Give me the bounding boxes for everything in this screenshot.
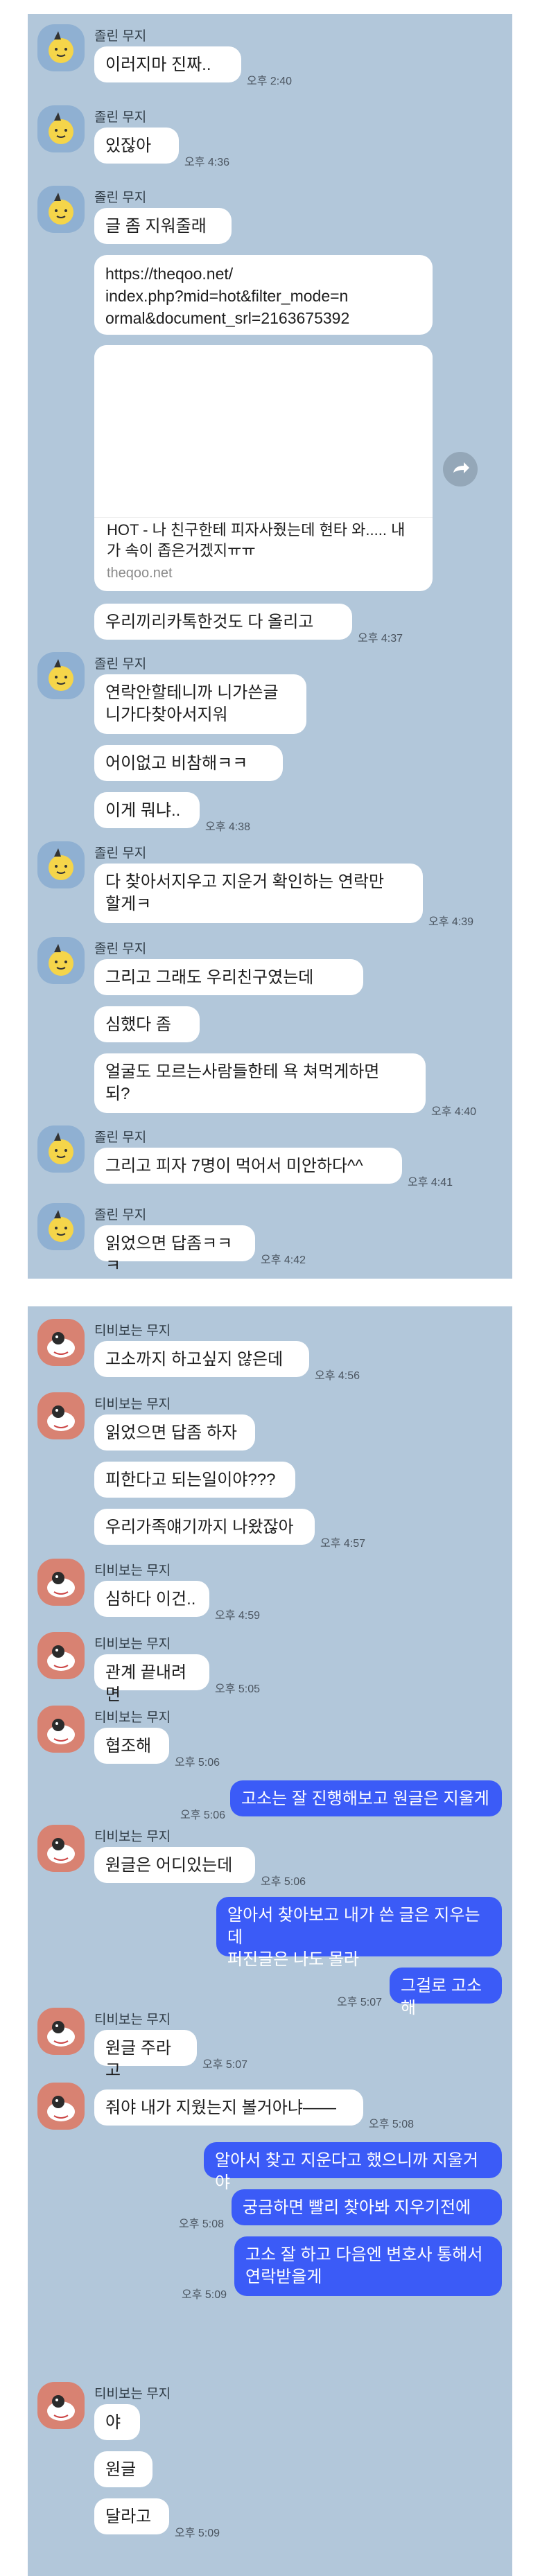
message-time: 오후 4:37 <box>358 633 403 645</box>
share-icon[interactable] <box>443 452 478 487</box>
sender-name: 티비보는 무지 <box>94 1710 171 1725</box>
muzi-sleepy-avatar-icon[interactable] <box>37 105 85 152</box>
sender-name: 티비보는 무지 <box>94 1637 171 1651</box>
message-time: 오후 5:08 <box>369 2119 415 2130</box>
message-time: 오후 5:06 <box>180 1810 226 1821</box>
message-bubble[interactable]: 얼굴도 모르는사람들한테 욕 쳐먹게하면 되? <box>94 1053 426 1113</box>
sender-name: 졸린 무지 <box>94 29 147 44</box>
message-bubble[interactable]: 원글 주라고 <box>94 2030 197 2080</box>
message-bubble[interactable]: 우리끼리카톡한것도 다 올리고 <box>94 604 352 640</box>
message-time: 오후 4:57 <box>320 1538 366 1550</box>
message-time: 오후 5:09 <box>182 2289 227 2301</box>
message-time: 오후 4:40 <box>431 1106 477 1118</box>
message-bubble[interactable]: 글 좀 지워줄래 <box>94 208 232 244</box>
message-time: 오후 4:59 <box>215 1610 261 1622</box>
message-bubble[interactable]: 줘야 내가 지웠는지 볼거아냐—— <box>94 2089 363 2126</box>
sender-name: 졸린 무지 <box>94 846 147 861</box>
message-bubble[interactable]: 그리고 그래도 우리친구였는데 <box>94 959 363 995</box>
message-time: 오후 4:41 <box>408 1177 453 1189</box>
message-bubble[interactable]: 심했다 좀 <box>94 1006 200 1042</box>
sender-name: 졸린 무지 <box>94 1130 147 1145</box>
sender-name: 졸린 무지 <box>94 942 147 956</box>
chat-panel-1[interactable]: 졸린 무지 이러지마 진짜.. 오후 2:40 졸린 무지 있잖아 오후 4:3… <box>28 14 512 1279</box>
my-message-bubble[interactable]: 알아서 찾고 지운다고 했으니까 지울거야 <box>204 2142 502 2192</box>
message-time: 오후 4:36 <box>184 157 230 168</box>
message-bubble[interactable]: 다 찾아서지우고 지운거 확인하는 연락만 할게ㅋ <box>94 864 423 923</box>
sender-name: 티비보는 무지 <box>94 1397 171 1412</box>
sender-name: 졸린 무지 <box>94 191 147 205</box>
sender-name: 졸린 무지 <box>94 657 147 672</box>
message-time: 오후 5:06 <box>175 1757 220 1769</box>
link-preview-image <box>94 345 433 518</box>
sender-name: 졸린 무지 <box>94 1208 147 1223</box>
message-time: 오후 2:40 <box>247 76 293 87</box>
message-time: 오후 4:39 <box>428 916 474 928</box>
message-bubble[interactable]: 심하다 이건.. <box>94 1581 209 1617</box>
muzi-tv-avatar-icon[interactable] <box>37 1632 85 1679</box>
sender-name: 티비보는 무지 <box>94 1830 171 1844</box>
sender-name: 졸린 무지 <box>94 110 147 125</box>
message-bubble[interactable]: 관계 끝내려면 <box>94 1654 209 1704</box>
message-time: 오후 5:07 <box>202 2059 248 2071</box>
message-bubble[interactable]: 피한다고 되는일이야??? <box>94 1462 295 1498</box>
message-time: 오후 5:05 <box>215 1683 261 1695</box>
message-bubble[interactable]: 이러지마 진짜.. <box>94 46 241 82</box>
muzi-tv-avatar-icon[interactable] <box>37 2382 85 2429</box>
message-bubble[interactable]: 읽었으면 답좀ㅋㅋㅋ <box>94 1225 255 1275</box>
chat-panel-2[interactable]: 티비보는 무지 고소까지 하고싶지 않은데 오후 4:56 티비보는 무지 읽었… <box>28 1306 512 2576</box>
message-bubble[interactable]: 협조해 <box>94 1728 169 1764</box>
muzi-sleepy-avatar-icon[interactable] <box>37 937 85 984</box>
message-time: 오후 4:38 <box>205 821 251 833</box>
message-bubble[interactable]: 읽었으면 답좀 하자 <box>94 1414 255 1451</box>
message-bubble[interactable]: 야 <box>94 2404 140 2440</box>
message-time: 오후 4:42 <box>261 1254 306 1266</box>
sender-name: 티비보는 무지 <box>94 1563 171 1578</box>
muzi-tv-avatar-icon[interactable] <box>37 2083 85 2130</box>
message-time: 오후 5:08 <box>179 2218 225 2230</box>
muzi-tv-avatar-icon[interactable] <box>37 1392 85 1439</box>
message-bubble[interactable]: 고소까지 하고싶지 않은데 <box>94 1341 309 1377</box>
muzi-sleepy-avatar-icon[interactable] <box>37 186 85 233</box>
my-message-bubble[interactable]: 고소 잘 하고 다음엔 변호사 통해서 연락받을게 <box>234 2236 502 2296</box>
muzi-sleepy-avatar-icon[interactable] <box>37 652 85 699</box>
muzi-tv-avatar-icon[interactable] <box>37 1559 85 1606</box>
muzi-sleepy-avatar-icon[interactable] <box>37 1203 85 1250</box>
message-bubble[interactable]: 원글 <box>94 2451 153 2487</box>
muzi-tv-avatar-icon[interactable] <box>37 1825 85 1872</box>
message-bubble[interactable]: 그리고 피자 7명이 먹어서 미안하다^^ <box>94 1148 402 1184</box>
message-bubble[interactable]: 이게 뭐냐.. <box>94 792 200 828</box>
message-bubble[interactable]: 우리가족얘기까지 나왔잖아 <box>94 1509 315 1545</box>
muzi-tv-avatar-icon[interactable] <box>37 2008 85 2055</box>
message-link-bubble[interactable]: https://theqoo.net/ index.php?mid=hot&fi… <box>94 255 433 335</box>
link-preview-card[interactable]: HOT - 나 친구한테 피자사줬는데 현타 와..... 내가 속이 좁은거겠… <box>94 345 433 591</box>
muzi-sleepy-avatar-icon[interactable] <box>37 841 85 888</box>
message-bubble[interactable]: 원글은 어디있는데 <box>94 1847 255 1883</box>
link-preview-title: HOT - 나 친구한테 피자사줬는데 현타 와..... 내가 속이 좁은거겠… <box>107 521 406 559</box>
muzi-sleepy-avatar-icon[interactable] <box>37 24 85 71</box>
sender-name: 티비보는 무지 <box>94 2013 171 2027</box>
muzi-sleepy-avatar-icon[interactable] <box>37 1125 85 1173</box>
message-bubble[interactable]: 어이없고 비참해ㅋㅋ <box>94 745 283 781</box>
message-bubble[interactable]: 달라고 <box>94 2498 169 2534</box>
muzi-tv-avatar-icon[interactable] <box>37 1706 85 1753</box>
my-message-bubble[interactable]: 그걸로 고소해 <box>390 1968 502 2017</box>
my-message-bubble[interactable]: 궁금하면 빨리 찾아봐 지우기전에 <box>232 2189 502 2225</box>
my-message-bubble[interactable]: 고소는 잘 진행해보고 원글은 지울게 <box>230 1780 502 1816</box>
my-message-bubble[interactable]: 알아서 찾아보고 내가 쓴 글은 지우는데 퍼진글은 나도 몰라 <box>216 1897 502 1969</box>
link-preview-domain: theqoo.net <box>107 566 173 581</box>
message-bubble[interactable]: 있잖아 <box>94 128 179 164</box>
message-time: 오후 5:07 <box>337 1997 383 2008</box>
message-time: 오후 5:09 <box>175 2527 220 2539</box>
sender-name: 티비보는 무지 <box>94 1324 171 1338</box>
message-bubble[interactable]: 연락안할테니까 니가쓴글 니가다찾아서지워 <box>94 674 306 734</box>
muzi-tv-avatar-icon[interactable] <box>37 1319 85 1366</box>
message-time: 오후 4:56 <box>315 1370 360 1382</box>
message-time: 오후 5:06 <box>261 1876 306 1888</box>
sender-name: 티비보는 무지 <box>94 2387 171 2401</box>
